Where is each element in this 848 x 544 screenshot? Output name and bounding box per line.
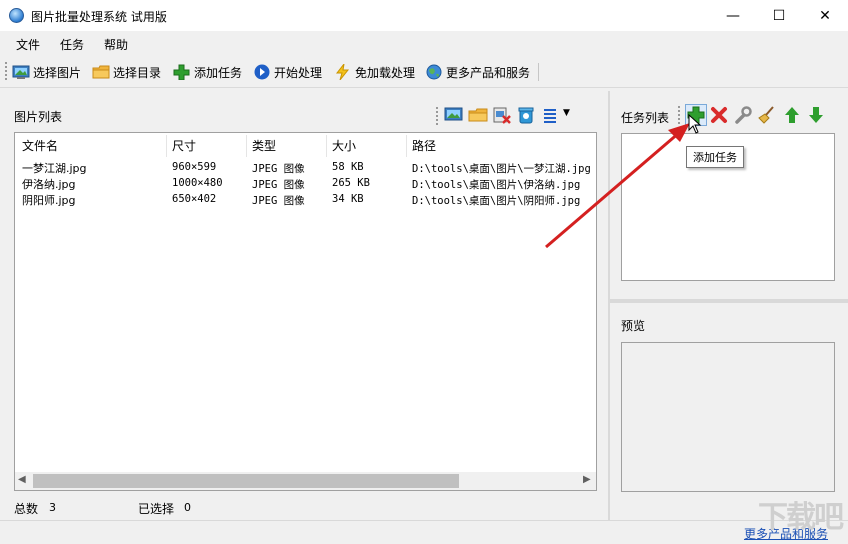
window-title: 图片批量处理系统 试用版 xyxy=(31,10,167,24)
column-separator[interactable] xyxy=(246,135,247,157)
column-separator[interactable] xyxy=(326,135,327,157)
lightning-icon xyxy=(334,63,352,81)
task-delete-icon[interactable] xyxy=(710,106,728,124)
column-header-filesize[interactable]: 大小 xyxy=(332,137,356,154)
add-task-toolbar-button[interactable]: 添加任务 xyxy=(173,62,242,82)
column-header-path[interactable]: 路径 xyxy=(412,137,436,154)
menu-help[interactable]: 帮助 xyxy=(104,36,128,53)
list-add-image-icon[interactable] xyxy=(444,106,464,124)
cell-filesize: 58 KB xyxy=(332,161,364,173)
status-divider xyxy=(0,520,848,521)
cell-filesize: 34 KB xyxy=(332,193,364,205)
add-task-label: 添加任务 xyxy=(194,65,243,80)
cell-type: JPEG 图像 xyxy=(252,195,305,207)
table-row[interactable]: 阴阳师.jpg 650×402 JPEG 图像 34 KB D:\tools\桌… xyxy=(15,192,595,208)
list-add-folder-icon[interactable] xyxy=(468,106,488,124)
column-separator[interactable] xyxy=(166,135,167,157)
trash-icon[interactable] xyxy=(517,106,535,124)
cell-filesize: 265 KB xyxy=(332,177,370,189)
scroll-right-arrow-icon[interactable]: ▶ xyxy=(583,474,591,485)
cell-size: 960×599 xyxy=(172,161,217,173)
maximize-button[interactable]: ☐ xyxy=(756,0,802,31)
select-folder-button[interactable]: 选择目录 xyxy=(92,62,161,82)
table-row[interactable]: 伊洛纳.jpg 1000×480 JPEG 图像 265 KB D:\tools… xyxy=(15,176,595,192)
globe-icon xyxy=(425,64,443,80)
move-down-icon[interactable] xyxy=(807,106,825,124)
watermark: 下载吧 xyxy=(758,500,844,535)
no-load-button[interactable]: 免加载处理 xyxy=(334,62,415,82)
horizontal-splitter[interactable] xyxy=(610,299,848,303)
close-button[interactable]: ✕ xyxy=(802,0,848,31)
wrench-icon[interactable] xyxy=(734,106,752,124)
column-header-size[interactable]: 尺寸 xyxy=(172,137,196,154)
column-header-type[interactable]: 类型 xyxy=(252,137,276,154)
cell-name: 伊洛纳.jpg xyxy=(22,178,76,191)
mouse-cursor-icon xyxy=(688,114,702,134)
preview-area xyxy=(621,342,835,492)
annotation-arrow xyxy=(545,123,690,249)
start-label: 开始处理 xyxy=(274,65,323,80)
cell-size: 1000×480 xyxy=(172,177,223,189)
cell-type: JPEG 图像 xyxy=(252,163,305,175)
total-label: 总数 xyxy=(14,502,39,516)
toolbar-grip[interactable] xyxy=(5,62,7,82)
select-image-label: 选择图片 xyxy=(33,65,82,80)
preview-title: 预览 xyxy=(621,319,646,333)
cell-size: 650×402 xyxy=(172,193,217,205)
cell-type: JPEG 图像 xyxy=(252,179,305,191)
menu-task[interactable]: 任务 xyxy=(60,36,84,53)
no-load-label: 免加载处理 xyxy=(355,65,416,80)
column-header-name[interactable]: 文件名 xyxy=(22,137,58,154)
cell-name: 一梦江湖.jpg xyxy=(22,162,87,175)
list-toolbar-grip[interactable] xyxy=(436,107,438,125)
picture-icon xyxy=(12,64,30,80)
toolbar-separator xyxy=(538,63,539,81)
app-icon xyxy=(9,8,24,23)
scroll-left-arrow-icon[interactable]: ◀ xyxy=(18,474,26,485)
select-folder-label: 选择目录 xyxy=(113,65,162,80)
more-products-toolbar-button[interactable]: 更多产品和服务 xyxy=(425,62,530,82)
total-value: 3 xyxy=(49,501,56,514)
image-list-title: 图片列表 xyxy=(14,110,63,124)
plus-icon xyxy=(173,64,191,81)
column-separator[interactable] xyxy=(406,135,407,157)
folder-icon xyxy=(92,64,110,80)
status-bar xyxy=(0,521,848,544)
menu-file[interactable]: 文件 xyxy=(16,36,40,53)
add-task-tooltip: 添加任务 xyxy=(686,146,744,168)
cell-name: 阴阳师.jpg xyxy=(22,194,76,207)
selected-label: 已选择 xyxy=(138,502,175,516)
start-button[interactable]: 开始处理 xyxy=(253,62,322,82)
scrollbar-thumb[interactable] xyxy=(33,474,459,488)
more-products-label: 更多产品和服务 xyxy=(446,65,531,80)
select-image-button[interactable]: 选择图片 xyxy=(12,62,81,82)
table-row[interactable]: 一梦江湖.jpg 960×599 JPEG 图像 58 KB D:\tools\… xyxy=(15,160,595,176)
broom-icon[interactable] xyxy=(758,106,776,124)
minimize-button[interactable]: — xyxy=(710,0,756,31)
selected-value: 0 xyxy=(184,501,191,514)
remove-image-icon[interactable] xyxy=(492,106,512,124)
play-icon xyxy=(253,64,271,80)
move-up-icon[interactable] xyxy=(783,106,801,124)
